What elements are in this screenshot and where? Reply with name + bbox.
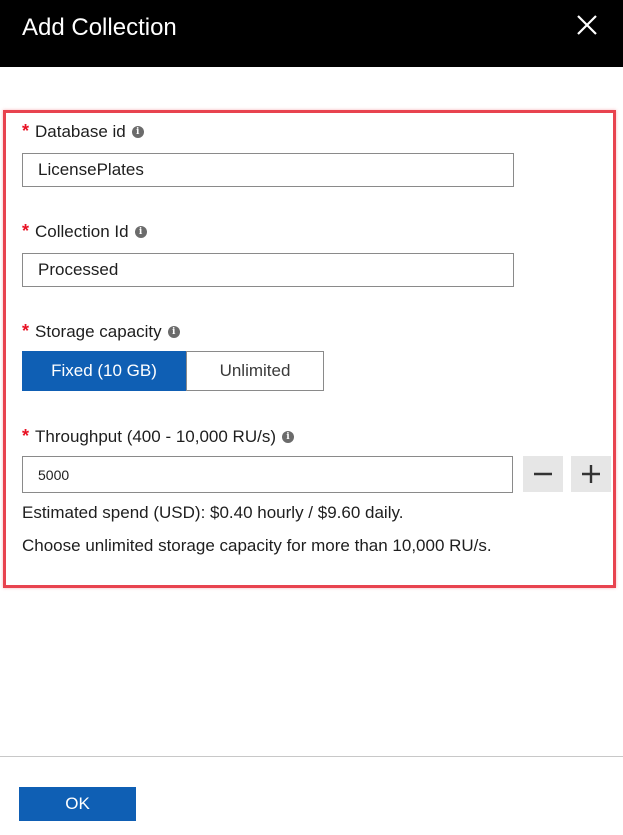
info-icon[interactable]: i xyxy=(131,126,144,138)
collection-id-input[interactable] xyxy=(22,253,514,287)
storage-capacity-label: Storage capacity xyxy=(35,322,162,341)
storage-fixed-option[interactable]: Fixed (10 GB) xyxy=(22,351,186,391)
close-button[interactable] xyxy=(575,13,599,37)
info-icon[interactable]: i xyxy=(167,326,180,338)
throughput-increment-button[interactable] xyxy=(571,456,611,492)
required-marker: * xyxy=(22,321,30,341)
required-marker: * xyxy=(22,121,30,141)
storage-capacity-label-row: * Storage capacity i xyxy=(22,321,180,342)
minus-icon xyxy=(534,472,552,476)
storage-unlimited-option[interactable]: Unlimited xyxy=(186,351,324,391)
database-id-label: Database id xyxy=(35,122,126,141)
collection-id-label: Collection Id xyxy=(35,222,129,241)
estimated-spend-text: Estimated spend (USD): $0.40 hourly / $9… xyxy=(22,503,404,522)
throughput-label: Throughput (400 - 10,000 RU/s) xyxy=(35,427,276,446)
blade-header: Add Collection xyxy=(0,0,623,67)
info-icon[interactable]: i xyxy=(281,431,294,443)
throughput-label-row: * Throughput (400 - 10,000 RU/s) i xyxy=(22,426,294,447)
database-id-input[interactable] xyxy=(22,153,514,187)
throughput-input[interactable] xyxy=(22,456,513,493)
throughput-decrement-button[interactable] xyxy=(523,456,563,492)
info-icon[interactable]: i xyxy=(134,226,147,238)
plus-icon xyxy=(582,465,600,483)
close-icon xyxy=(577,15,597,35)
footer-divider xyxy=(0,756,623,757)
database-id-label-row: * Database id i xyxy=(22,121,144,142)
ok-button[interactable]: OK xyxy=(19,787,136,821)
required-marker: * xyxy=(22,221,30,241)
blade-title: Add Collection xyxy=(22,14,177,41)
collection-id-label-row: * Collection Id i xyxy=(22,221,147,242)
capacity-hint-text: Choose unlimited storage capacity for mo… xyxy=(22,536,492,555)
required-marker: * xyxy=(22,426,30,446)
